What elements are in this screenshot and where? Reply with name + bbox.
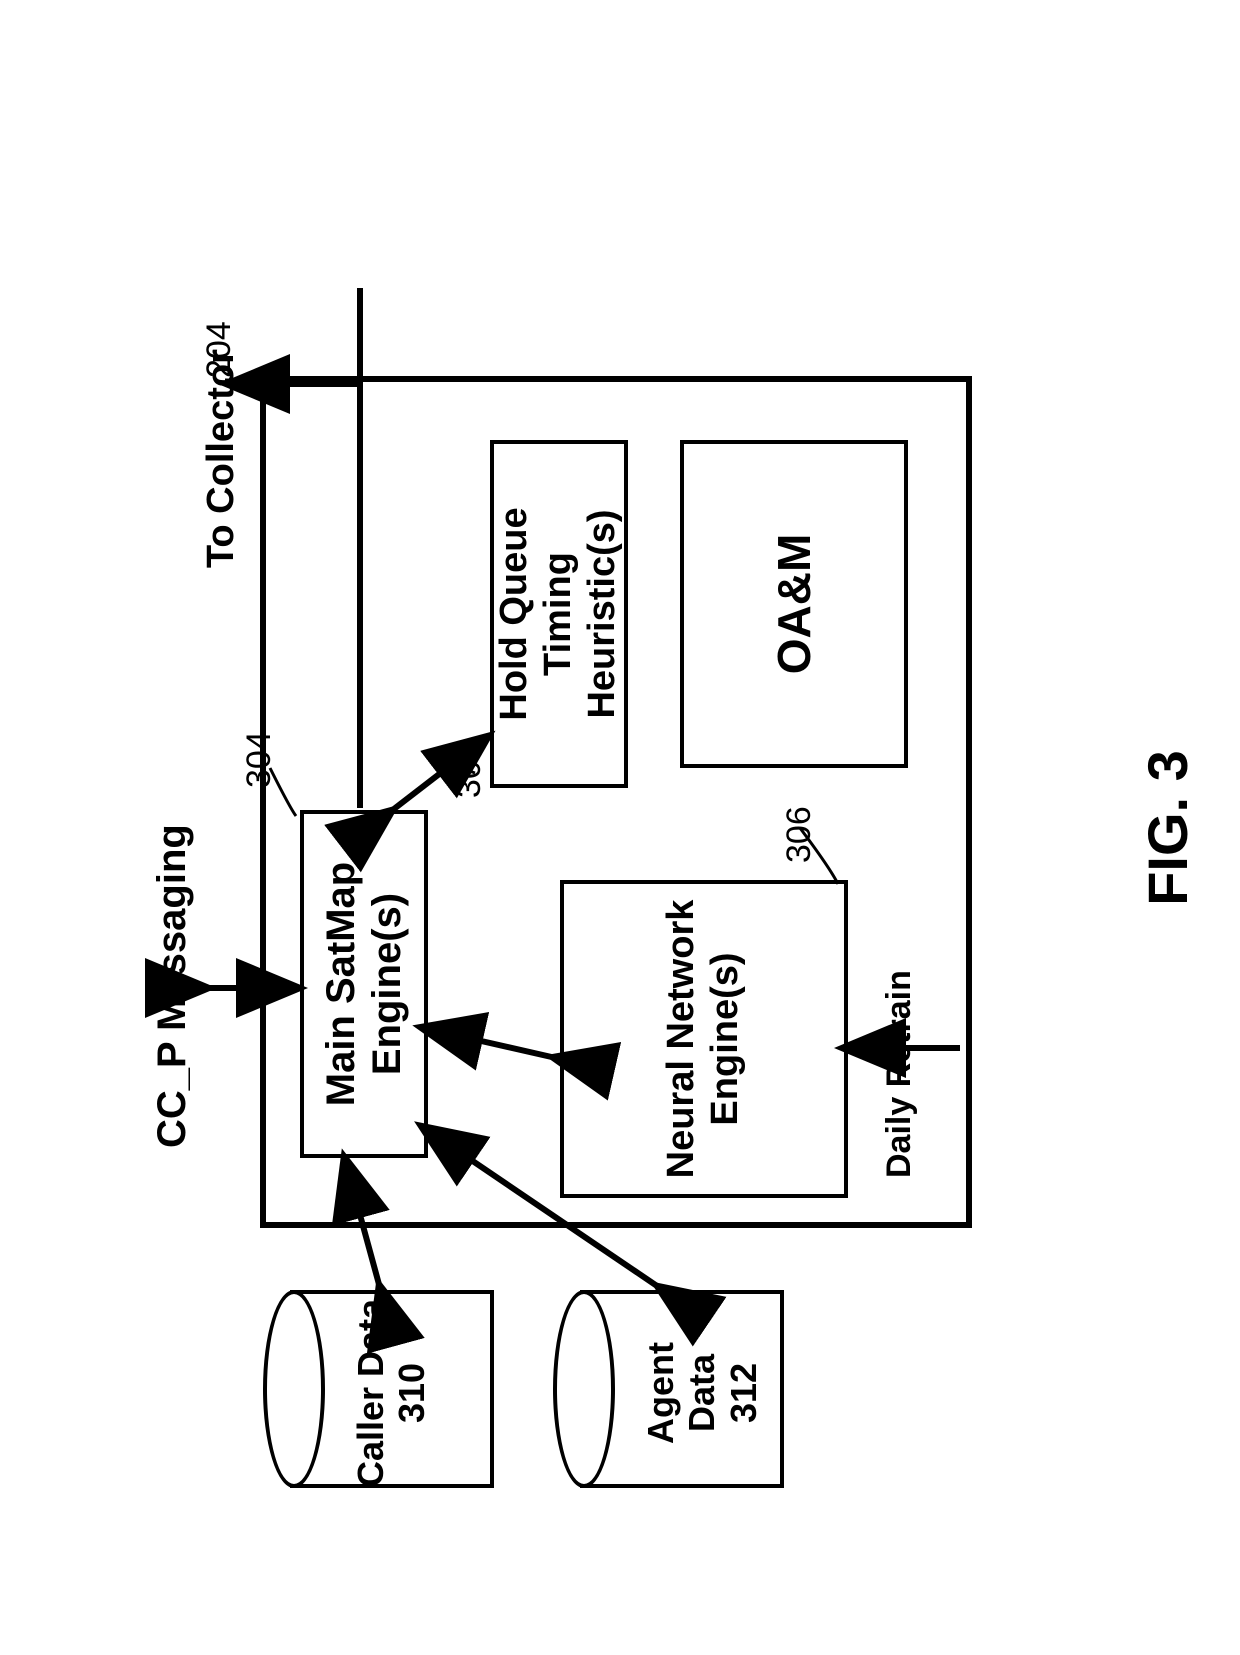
oam-label: OA&M <box>768 533 821 674</box>
caller-data-cylinder: Caller Data310 <box>290 1290 494 1488</box>
main-satmap-box: Main SatMap Engine(s) <box>300 810 428 1158</box>
caller-data-label: Caller Data <box>350 1298 391 1486</box>
figure-number: FIG. 3 <box>1135 750 1200 906</box>
ccp-messaging-label: CC_P Messaging <box>150 824 195 1148</box>
diagram-stage: Main SatMap Engine(s) Neural Network Eng… <box>0 0 1240 1655</box>
caller-data-ref: 310 <box>391 1362 432 1422</box>
ref-306: 306 <box>780 806 819 863</box>
neural-network-label: Neural Network Engine(s) <box>660 884 747 1194</box>
oam-box: OA&M <box>680 440 908 768</box>
ref-304: 304 <box>240 731 279 788</box>
diagram-rotated-canvas: Main SatMap Engine(s) Neural Network Eng… <box>120 128 1120 1528</box>
agent-data-label: Agent Data <box>640 1342 722 1444</box>
neural-network-box: Neural Network Engine(s) <box>560 880 848 1198</box>
ref-204: 204 <box>200 321 239 378</box>
hold-queue-label: Hold Queue Timing Heuristic(s) <box>493 444 624 784</box>
agent-data-ref: 312 <box>723 1362 764 1422</box>
daily-retrain-label: Daily Retrain <box>880 970 919 1178</box>
agent-data-cylinder: Agent Data312 <box>580 1290 784 1488</box>
main-satmap-label: Main SatMap Engine(s) <box>318 814 410 1154</box>
hold-queue-box: Hold Queue Timing Heuristic(s) <box>490 440 628 788</box>
ref-308: 308 <box>450 741 489 798</box>
to-collector-label: To Collector <box>200 349 243 568</box>
